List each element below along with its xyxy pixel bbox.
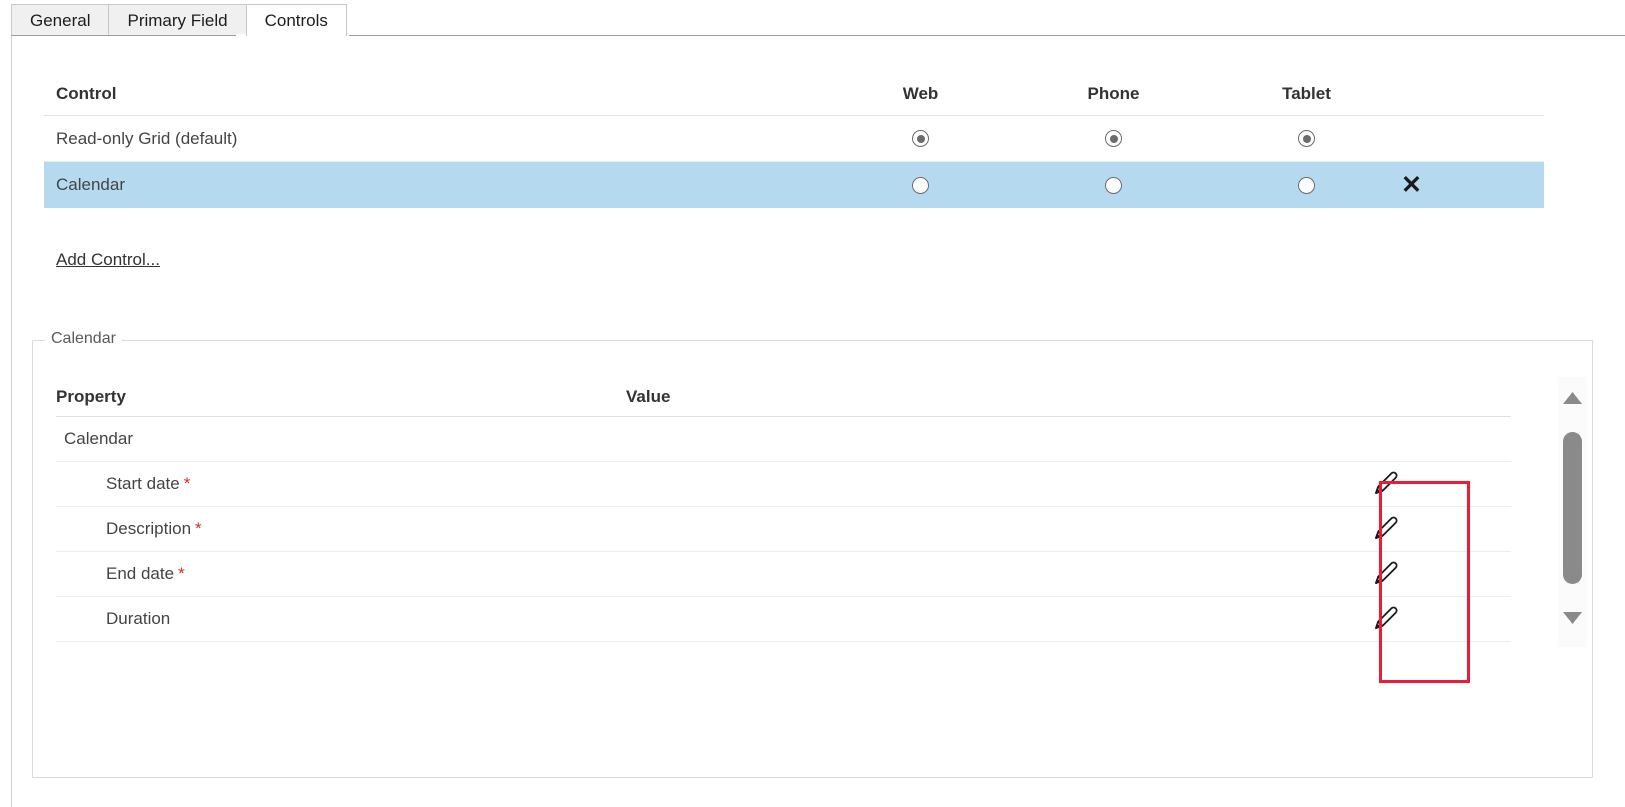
radio-phone-readonly-grid-cell	[1017, 130, 1210, 147]
control-table-header: Control Web Phone Tablet	[44, 72, 1544, 116]
tab-strip: General Primary Field Controls	[0, 0, 1625, 36]
control-row-name: Calendar	[56, 175, 125, 194]
controls-panel: Control Web Phone Tablet Read-only Grid …	[11, 34, 1625, 807]
triangle-up-icon[interactable]	[1562, 391, 1583, 405]
control-row-calendar[interactable]: Calendar ✕	[44, 162, 1544, 208]
property-row-duration[interactable]: Duration	[56, 597, 1511, 642]
calendar-properties-fieldset: Calendar Property Value Calendar Start d…	[32, 330, 1593, 778]
property-label-cell: Start date *	[56, 474, 626, 494]
property-table: Property Value Calendar Start date * Des…	[56, 377, 1511, 642]
control-row-name: Read-only Grid (default)	[56, 128, 238, 148]
required-asterisk: *	[195, 519, 202, 538]
property-edit-cell	[1326, 512, 1511, 546]
pencil-icon[interactable]	[1368, 512, 1402, 546]
property-row-description[interactable]: Description *	[56, 507, 1511, 552]
tab-general-label: General	[30, 10, 91, 30]
property-label-cell: End date *	[56, 564, 626, 584]
tab-primary-field[interactable]: Primary Field	[108, 4, 247, 36]
property-label-cell: Duration	[56, 609, 626, 629]
property-edit-cell	[1326, 467, 1511, 501]
property-edit-cell	[1326, 602, 1511, 636]
required-asterisk: *	[183, 474, 191, 493]
scroll-thumb[interactable]	[1563, 432, 1582, 584]
column-header-control: Control	[56, 83, 117, 103]
radio-web-calendar[interactable]	[912, 176, 929, 194]
radio-tablet-calendar[interactable]	[1298, 176, 1315, 194]
control-table: Control Web Phone Tablet Read-only Grid …	[44, 72, 1544, 208]
property-table-scrollbar[interactable]	[1558, 377, 1587, 647]
control-row-actions: ✕	[1401, 172, 1544, 198]
calendar-fieldset-legend: Calendar	[45, 330, 122, 348]
column-header-phone: Phone	[1087, 83, 1140, 103]
pencil-icon[interactable]	[1368, 557, 1402, 591]
radio-web-readonly-grid-cell	[824, 130, 1017, 147]
radio-phone-readonly-grid[interactable]	[1105, 130, 1122, 147]
tab-controls-label: Controls	[264, 10, 328, 30]
column-header-tablet: Tablet	[1282, 83, 1331, 103]
tab-controls[interactable]: Controls	[245, 4, 347, 36]
property-label-cell: Description *	[56, 519, 626, 539]
add-control-link[interactable]: Add Control...	[56, 250, 160, 270]
required-asterisk: *	[178, 564, 185, 583]
property-row-calendar[interactable]: Calendar	[56, 417, 1511, 462]
radio-web-readonly-grid[interactable]	[912, 130, 929, 147]
radio-web-calendar-cell	[824, 176, 1017, 194]
property-label: Description	[106, 519, 192, 538]
property-label-cell: Calendar	[56, 429, 626, 449]
pencil-icon[interactable]	[1368, 467, 1402, 501]
pencil-icon[interactable]	[1368, 602, 1402, 636]
tab-primary-field-label: Primary Field	[127, 10, 228, 30]
column-header-property: Property	[56, 386, 126, 406]
property-label: Duration	[106, 609, 171, 628]
tab-general[interactable]: General	[11, 4, 110, 36]
column-header-value: Value	[626, 386, 671, 406]
close-icon[interactable]: ✕	[1401, 172, 1422, 198]
radio-tablet-calendar-cell	[1210, 176, 1403, 194]
property-label: End date	[106, 564, 175, 583]
property-row-start-date[interactable]: Start date *	[56, 462, 1511, 507]
radio-phone-calendar[interactable]	[1105, 176, 1122, 194]
property-edit-cell	[1326, 557, 1511, 591]
column-header-web: Web	[902, 83, 939, 103]
property-table-header: Property Value	[56, 377, 1511, 417]
property-label: Start date	[106, 474, 180, 493]
radio-phone-calendar-cell	[1017, 176, 1210, 194]
property-label: Calendar	[64, 429, 133, 448]
control-row-readonly-grid[interactable]: Read-only Grid (default)	[44, 116, 1544, 162]
radio-tablet-readonly-grid[interactable]	[1298, 130, 1315, 147]
radio-tablet-readonly-grid-cell	[1210, 130, 1403, 147]
triangle-down-icon[interactable]	[1562, 611, 1583, 625]
property-row-end-date[interactable]: End date *	[56, 552, 1511, 597]
